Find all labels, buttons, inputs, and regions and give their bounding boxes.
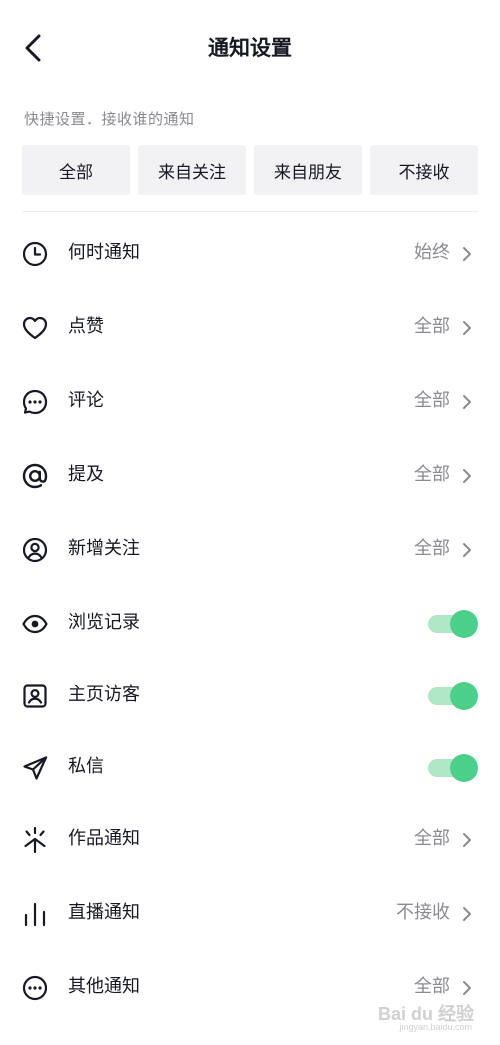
page-title: 通知设置: [208, 36, 292, 60]
setting-label: 评论: [68, 390, 104, 411]
chevron-right-icon: [458, 391, 476, 413]
chevron-right-icon: [458, 829, 476, 851]
setting-row-mentions[interactable]: 提及 全部: [0, 440, 500, 510]
chevron-right-icon: [458, 317, 476, 339]
at-icon: [20, 461, 50, 491]
chevron-right-icon: [458, 539, 476, 561]
setting-row-live[interactable]: 直播通知 不接收: [0, 878, 500, 948]
setting-value: 全部: [414, 390, 450, 411]
setting-value: 全部: [414, 538, 450, 559]
setting-value: 全部: [414, 828, 450, 849]
chevron-right-icon: [458, 243, 476, 265]
quick-settings-options: 全部 来自关注 来自朋友 不接收: [22, 145, 478, 195]
setting-value: 始终: [414, 242, 450, 263]
setting-row-browse-history: 浏览记录: [0, 588, 500, 658]
setting-row-when-notify[interactable]: 何时通知 始终: [0, 218, 500, 288]
chevron-right-icon: [458, 903, 476, 925]
quick-option-friends[interactable]: 来自朋友: [254, 145, 362, 195]
comment-icon: [20, 387, 50, 417]
send-icon: [20, 753, 50, 783]
setting-label: 作品通知: [68, 828, 140, 849]
setting-value: 全部: [414, 976, 450, 997]
setting-label: 何时通知: [68, 242, 140, 263]
profile-visitors-toggle[interactable]: [428, 682, 478, 710]
setting-row-direct-messages: 私信: [0, 732, 500, 802]
user-circle-icon: [20, 535, 50, 565]
quick-option-following[interactable]: 来自关注: [138, 145, 246, 195]
eye-icon: [20, 609, 50, 639]
quick-option-all[interactable]: 全部: [22, 145, 130, 195]
top-bar: 通知设置: [0, 0, 500, 92]
setting-row-profile-visitors: 主页访客: [0, 660, 500, 730]
setting-label: 点赞: [68, 316, 104, 337]
clock-icon: [20, 239, 50, 269]
setting-label: 浏览记录: [68, 612, 140, 633]
setting-label: 直播通知: [68, 902, 140, 923]
setting-label: 新增关注: [68, 538, 140, 559]
setting-row-comments[interactable]: 评论 全部: [0, 366, 500, 436]
setting-label: 其他通知: [68, 976, 140, 997]
setting-value: 全部: [414, 316, 450, 337]
watermark-url: jingyan.baidu.com: [399, 1022, 472, 1032]
setting-label: 私信: [68, 756, 104, 777]
setting-row-works[interactable]: 作品通知 全部: [0, 804, 500, 874]
setting-value: 全部: [414, 464, 450, 485]
browse-history-toggle[interactable]: [428, 610, 478, 638]
heart-icon: [20, 313, 50, 343]
profile-visitor-icon: [20, 681, 50, 711]
direct-messages-toggle[interactable]: [428, 754, 478, 782]
setting-row-likes[interactable]: 点赞 全部: [0, 292, 500, 362]
more-circle-icon: [20, 973, 50, 1003]
setting-label: 主页访客: [68, 684, 140, 705]
quick-option-none[interactable]: 不接收: [370, 145, 478, 195]
chevron-right-icon: [458, 465, 476, 487]
setting-row-new-followers[interactable]: 新增关注 全部: [0, 514, 500, 584]
sparkle-icon: [20, 825, 50, 855]
chevron-right-icon: [458, 977, 476, 999]
live-bars-icon: [20, 899, 50, 929]
divider: [22, 211, 478, 212]
setting-value: 不接收: [396, 902, 450, 923]
setting-label: 提及: [68, 464, 104, 485]
quick-settings-label: 快捷设置．接收谁的通知: [24, 110, 195, 128]
